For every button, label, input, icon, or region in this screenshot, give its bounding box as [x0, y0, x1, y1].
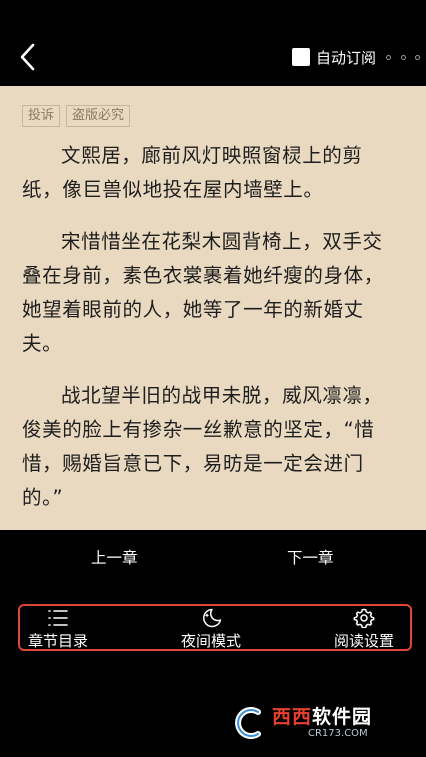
watermark: 西西软件园 CR173.COM	[228, 702, 410, 744]
toc-button[interactable]: 章节目录	[28, 608, 88, 651]
watermark-brand: 西西软件园	[272, 706, 372, 728]
reading-settings-label: 阅读设置	[334, 632, 395, 650]
more-dots-icon	[415, 54, 420, 60]
paragraph: 宋惜惜坐在花梨木圆背椅上，双手交叠在身前，素色衣裳裹着她纤瘦的身体，她望着眼前的…	[22, 230, 384, 355]
tag-row: 投诉 盗版必究	[22, 105, 136, 127]
auto-subscribe-checkbox[interactable]	[292, 48, 310, 66]
watermark-brand-white: 软件园	[312, 706, 373, 728]
more-dots-icon	[400, 54, 406, 60]
watermark-text: 西西软件园 CR173.COM	[272, 706, 372, 740]
chapter-nav: 上一章 下一章	[0, 530, 426, 586]
next-chapter-button[interactable]: 下一章	[287, 546, 334, 568]
reading-area[interactable]: 投诉 盗版必究 文熙居，廊前风灯映照窗棂上的剪纸，像巨兽似地投在屋内墙壁上。 宋…	[0, 86, 426, 530]
watermark-brand-red: 西西	[272, 706, 313, 728]
paragraph: 战北望半旧的战甲未脱，威风凛凛，俊美的脸上有掺杂一丝歉意的坚定，“惜惜，赐婚旨意…	[22, 384, 383, 509]
watermark-site: CR173.COM	[308, 728, 368, 739]
paragraph: 文熙居，廊前风灯映照窗棂上的剪纸，像巨兽似地投在屋内墙壁上。	[22, 144, 363, 201]
night-mode-label: 夜间模式	[181, 632, 242, 650]
reader-toolbar: 章节目录 夜间模式 阅读设置	[18, 604, 412, 651]
prev-chapter-button[interactable]: 上一章	[91, 546, 138, 568]
more-dots-icon	[386, 54, 391, 60]
report-tag[interactable]: 投诉	[22, 105, 61, 127]
auto-subscribe-label: 自动订阅	[316, 48, 377, 67]
toc-label: 章节目录	[28, 632, 89, 650]
auto-subscribe-toggle[interactable]: 自动订阅	[292, 44, 376, 70]
night-mode-button[interactable]: 夜间模式	[181, 608, 241, 651]
cr-logo-icon	[235, 707, 261, 739]
back-button[interactable]	[12, 40, 42, 74]
list-icon	[48, 610, 68, 626]
moon-icon	[203, 608, 222, 628]
chevron-left-icon	[20, 43, 35, 71]
reading-settings-button[interactable]: 阅读设置	[334, 608, 394, 651]
more-button[interactable]	[386, 44, 420, 70]
piracy-tag[interactable]: 盗版必究	[66, 105, 131, 127]
gear-icon	[353, 608, 375, 628]
chapter-text: 文熙居，廊前风灯映照窗棂上的剪纸，像巨兽似地投在屋内墙壁上。 宋惜惜坐在花梨木圆…	[22, 139, 394, 530]
